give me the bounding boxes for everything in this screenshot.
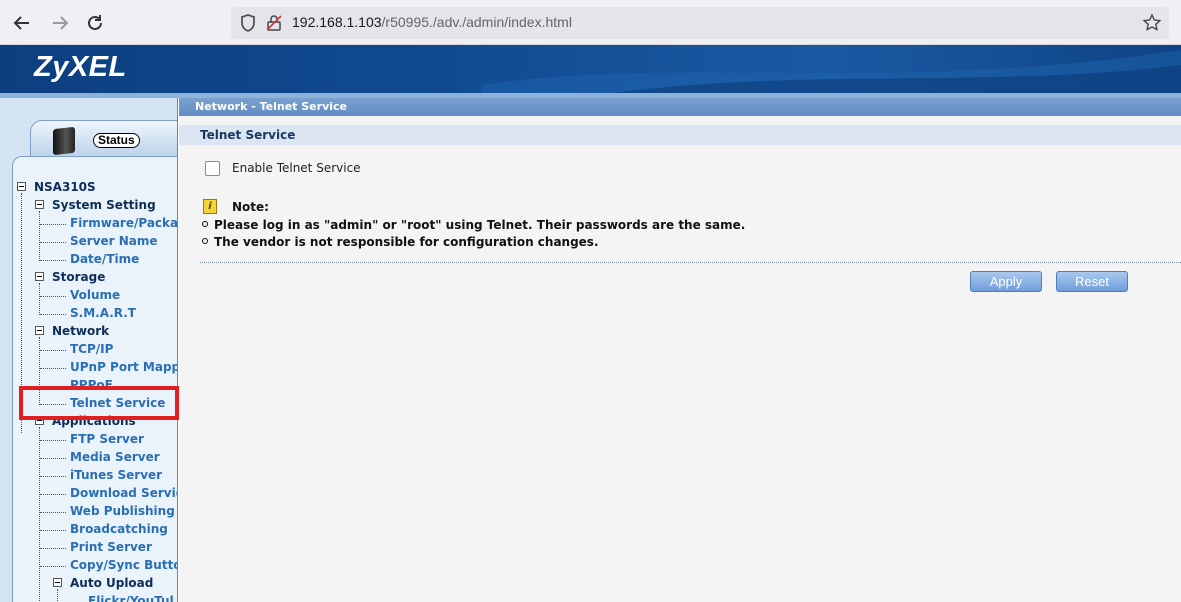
collapse-toggle-icon[interactable] [53,578,62,587]
tree-line [40,296,66,297]
enable-telnet-label[interactable]: Enable Telnet Service [232,161,361,175]
tree-line [40,512,66,513]
forward-arrow-icon[interactable] [47,10,73,36]
section-title: Telnet Service [200,128,296,142]
tree-item-smart[interactable]: S.M.A.R.T [70,306,136,320]
note-info-icon: i [203,199,217,214]
tree-item-firmware[interactable]: Firmware/Packa [70,216,177,230]
tree-line [40,548,66,549]
bullet-icon [202,238,208,244]
main-content: Network - Telnet Service Telnet Service … [179,98,1181,602]
shield-icon[interactable] [239,13,257,33]
tree-group-system-setting[interactable]: System Setting [52,198,156,212]
tree-group-network[interactable]: Network [52,324,109,338]
tree-item-tcp-ip[interactable]: TCP/IP [70,342,113,356]
tree-item-server-name[interactable]: Server Name [70,234,158,248]
note-text: Please log in as "admin" or "root" using… [214,218,746,232]
tree-line [40,242,66,243]
bookmark-star-icon[interactable] [1141,12,1163,34]
tree-line [40,260,66,261]
bullet-icon [202,221,208,227]
apply-button[interactable]: Apply [970,271,1042,292]
breadcrumb: Network - Telnet Service [179,98,1181,116]
tree-group-auto-upload[interactable]: Auto Upload [70,576,153,590]
tree-item-upnp-port-mapping[interactable]: UPnP Port Mappi [70,360,177,374]
tree-line [40,224,66,225]
collapse-toggle-icon[interactable] [35,326,44,335]
tree-item-print-server[interactable]: Print Server [70,540,152,554]
note-title: Note: [232,200,269,214]
tree-root-nsa310s[interactable]: NSA310S [34,180,96,194]
note-text: The vendor is not responsible for config… [214,235,599,249]
tree-line [39,211,40,261]
tree-line [40,476,66,477]
collapse-toggle-icon[interactable] [17,182,26,191]
note-line: Please log in as "admin" or "root" using… [202,218,745,232]
tree-line [40,368,66,369]
tree-line [40,494,66,495]
url-text[interactable]: 192.168.1.103/r50995./adv./admin/index.h… [292,14,572,30]
tree-line [40,530,66,531]
telnet-service-highlight [19,386,179,420]
divider [200,262,1181,263]
tree-line [40,350,66,351]
reset-button[interactable]: Reset [1056,271,1128,292]
tree-item-web-publishing[interactable]: Web Publishing [70,504,175,518]
back-arrow-icon[interactable] [9,10,35,36]
section-header: Telnet Service [179,125,1181,145]
url-host: 192.168.1.103 [292,14,382,30]
enable-telnet-checkbox[interactable] [205,161,220,176]
status-label: Status [93,133,140,148]
tree-item-itunes-server[interactable]: iTunes Server [70,468,162,482]
tree-line [57,589,58,602]
note-line: The vendor is not responsible for config… [202,235,599,249]
reload-icon[interactable] [82,10,108,36]
nas-device-icon [53,126,75,156]
app-header: ZyXEL [0,45,1181,98]
status-tab[interactable]: Status [30,120,177,160]
tree-line [40,314,66,315]
tree-item-media-server[interactable]: Media Server [70,450,160,464]
tree-item-date-time[interactable]: Date/Time [70,252,139,266]
tree-item-copy-sync-button[interactable]: Copy/Sync Butto [70,558,177,572]
tree-line [39,283,40,315]
tree-line [40,566,66,567]
collapse-toggle-icon[interactable] [35,200,44,209]
address-bar[interactable]: 192.168.1.103/r50995./adv./admin/index.h… [231,7,1169,39]
tree-group-storage[interactable]: Storage [52,270,105,284]
header-wave-decoration [481,50,1181,98]
insecure-lock-icon[interactable] [265,14,283,32]
collapse-toggle-icon[interactable] [35,272,44,281]
tree-item-download-service[interactable]: Download Servic [70,486,177,500]
sidebar: Status NSA310S System Setting Firmware/P… [0,98,178,602]
tree-item-volume[interactable]: Volume [70,288,120,302]
tree-item-broadcatching[interactable]: Broadcatching [70,522,168,536]
zyxel-logo: ZyXEL [34,51,127,83]
tree-item-ftp-server[interactable]: FTP Server [70,432,144,446]
tree-item-flickr-youtube[interactable]: Flickr/YouTul [88,594,174,602]
breadcrumb-text: Network - Telnet Service [195,100,347,113]
url-path: /r50995./adv./admin/index.html [381,14,572,30]
tree-line [40,440,66,441]
browser-toolbar: 192.168.1.103/r50995./adv./admin/index.h… [0,0,1181,45]
tree-line [40,458,66,459]
tree-line [39,427,40,602]
